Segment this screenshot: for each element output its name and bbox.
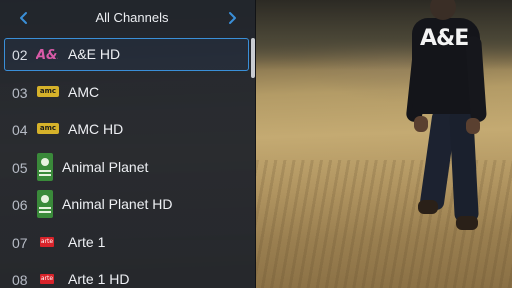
channel-number: 03 xyxy=(12,84,28,101)
channel-name: AMC xyxy=(68,83,100,100)
channel-number: 06 xyxy=(12,197,28,213)
channel-name: A&E HD xyxy=(68,46,121,62)
channel-name: Animal Planet HD xyxy=(62,196,173,212)
channel-row-ae-hd[interactable]: 02 A&E A&E HD xyxy=(0,36,250,74)
channel-list-scrollbar[interactable] xyxy=(251,38,255,78)
channel-name: Animal Planet xyxy=(62,158,149,175)
channel-name: Arte 1 xyxy=(68,233,106,250)
animal-planet-logo-icon xyxy=(37,152,53,181)
channel-group-header: All Channels xyxy=(0,0,255,36)
channel-row-arte-1-hd[interactable]: 08 arte Arte 1 HD xyxy=(0,261,250,288)
ae-logo-icon: A&E xyxy=(35,44,66,64)
animal-planet-logo-icon xyxy=(37,190,53,218)
arte-logo-icon: arte xyxy=(40,274,54,284)
channel-name: Arte 1 HD xyxy=(68,271,130,287)
channel-number: 04 xyxy=(12,122,28,138)
chevron-right-icon[interactable] xyxy=(224,9,240,27)
amc-logo-icon: amc xyxy=(37,123,59,134)
amc-logo-icon: amc xyxy=(37,85,59,97)
channel-row-animal-planet[interactable]: 05 Animal Planet xyxy=(0,149,250,187)
channel-list: 02 A&E A&E HD 03 amc AMC 04 amc AMC HD 0… xyxy=(0,36,250,288)
channel-row-arte-1[interactable]: 07 arte Arte 1 xyxy=(0,224,250,262)
channel-number: 02 xyxy=(12,47,28,63)
channel-watermark-logo: A&E xyxy=(420,26,469,51)
channel-group-title: All Channels xyxy=(95,10,169,25)
channel-number: 08 xyxy=(12,272,28,288)
channel-row-amc[interactable]: 03 amc AMC xyxy=(0,74,250,112)
channel-name: AMC HD xyxy=(68,121,124,137)
arte-logo-icon: arte xyxy=(40,236,54,247)
channel-row-animal-planet-hd[interactable]: 06 Animal Planet HD xyxy=(0,186,250,224)
channel-number: 05 xyxy=(12,159,28,176)
chevron-left-icon[interactable] xyxy=(16,9,32,27)
channel-number: 07 xyxy=(12,234,28,251)
channel-row-amc-hd[interactable]: 04 amc AMC HD xyxy=(0,111,250,149)
svg-text:A&E: A&E xyxy=(36,48,58,63)
channel-list-panel: All Channels 02 A&E A&E HD 03 amc AMC 04… xyxy=(0,0,256,288)
